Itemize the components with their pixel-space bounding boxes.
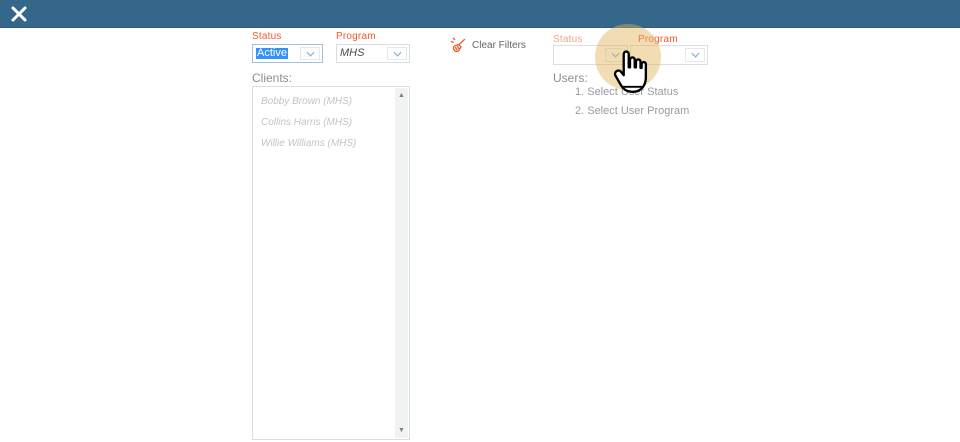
chevron-down-icon[interactable] [685, 48, 705, 62]
scroll-up-icon[interactable]: ▲ [395, 89, 408, 102]
client-program-value: MHS [337, 48, 385, 59]
user-program-dropdown[interactable] [630, 45, 708, 65]
chevron-down-icon[interactable] [300, 47, 320, 60]
scrollbar[interactable]: ▲ ▼ [395, 88, 408, 438]
list-item[interactable]: Collins Harris (MHS) [253, 113, 395, 134]
client-status-dropdown[interactable]: Active [252, 44, 323, 63]
chevron-down-icon[interactable] [387, 47, 407, 60]
instruction-step: 1. Select User Status [575, 86, 689, 98]
client-status-label: Status [252, 31, 282, 42]
clear-filters-button[interactable]: Clear Filters [450, 36, 526, 54]
client-program-dropdown[interactable]: MHS [336, 44, 410, 63]
broom-icon [450, 36, 467, 54]
close-icon[interactable] [10, 5, 28, 23]
client-status-value: Active [253, 48, 298, 59]
user-status-dropdown[interactable] [553, 45, 628, 65]
filter-dialog: Status Active Program MHS Clear Filters … [0, 0, 960, 442]
clients-list-items: Bobby Brown (MHS) Collins Harris (MHS) W… [253, 87, 395, 439]
scroll-down-icon[interactable]: ▼ [395, 424, 408, 437]
clients-label: Clients: [252, 71, 292, 85]
list-item[interactable]: Willie Williams (MHS) [253, 134, 395, 155]
user-status-label: Status [553, 34, 583, 45]
client-program-label: Program [336, 31, 376, 42]
instruction-step: 2. Select User Program [575, 105, 689, 117]
users-label: Users: [553, 71, 588, 85]
users-instructions: 1. Select User Status 2. Select User Pro… [575, 86, 689, 124]
list-item[interactable]: Bobby Brown (MHS) [253, 92, 395, 113]
clients-listbox[interactable]: Bobby Brown (MHS) Collins Harris (MHS) W… [252, 86, 410, 440]
header-bar [0, 0, 960, 28]
user-program-label: Program [638, 34, 678, 45]
clear-filters-label: Clear Filters [472, 40, 526, 51]
chevron-down-icon[interactable] [605, 48, 625, 62]
